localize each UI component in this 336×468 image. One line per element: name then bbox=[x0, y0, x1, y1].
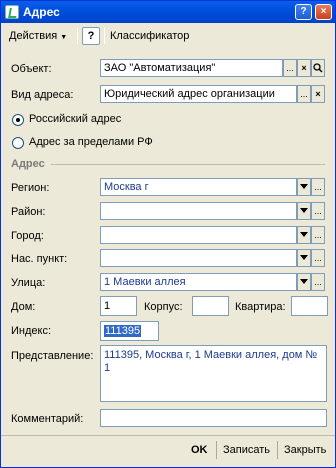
save-button[interactable]: Записать bbox=[223, 440, 270, 460]
street-label: Улица: bbox=[11, 277, 46, 289]
chevron-down-icon bbox=[300, 208, 308, 214]
radio-foreign-address[interactable] bbox=[12, 137, 24, 149]
index-label: Индекс: bbox=[11, 325, 52, 337]
representation-field[interactable]: 111395, Москва г, 1 Маевки аллея, дом № … bbox=[100, 345, 327, 402]
toolbar-separator bbox=[104, 28, 105, 44]
district-dropdown-button[interactable] bbox=[297, 202, 311, 220]
index-field[interactable]: 111395 bbox=[100, 321, 159, 341]
close-window-button[interactable]: × bbox=[315, 4, 332, 20]
comment-label: Комментарий: bbox=[11, 413, 84, 425]
settlement-label: Нас. пункт: bbox=[11, 253, 68, 265]
radio-foreign-label: Адрес за пределами РФ bbox=[29, 136, 153, 148]
settlement-select-button[interactable]: ... bbox=[311, 249, 325, 267]
address-window: Адрес ? × Действия ▼ ? Классификатор Объ… bbox=[0, 0, 336, 468]
region-select-button[interactable]: ... bbox=[311, 178, 325, 196]
city-dropdown-button[interactable] bbox=[297, 226, 311, 244]
house-field[interactable]: 1 bbox=[100, 296, 137, 316]
address-type-label: Вид адреса: bbox=[11, 89, 74, 101]
apartment-label: Квартира: bbox=[235, 301, 286, 313]
region-field[interactable]: Москва г bbox=[100, 178, 297, 196]
address-type-clear-icon[interactable]: × bbox=[311, 85, 325, 103]
city-select-button[interactable]: ... bbox=[311, 226, 325, 244]
district-label: Район: bbox=[11, 206, 46, 218]
building-label: Корпус: bbox=[144, 301, 183, 313]
chevron-down-icon bbox=[300, 255, 308, 261]
toolbar: Действия ▼ ? Классификатор bbox=[2, 25, 334, 47]
footer-separator bbox=[277, 441, 278, 459]
region-label: Регион: bbox=[11, 182, 50, 194]
title-bar[interactable]: Адрес ? × bbox=[1, 1, 335, 23]
radio-russian-address[interactable] bbox=[12, 114, 24, 126]
footer-separator bbox=[216, 441, 217, 459]
district-field[interactable] bbox=[100, 202, 297, 220]
street-select-button[interactable]: ... bbox=[311, 273, 325, 291]
object-select-button[interactable]: ... bbox=[283, 59, 297, 77]
object-search-icon[interactable] bbox=[311, 59, 325, 77]
app-icon bbox=[5, 5, 19, 19]
apartment-field[interactable] bbox=[291, 296, 328, 316]
address-type-field[interactable]: Юридический адрес организации bbox=[100, 85, 297, 103]
chevron-down-icon bbox=[300, 184, 308, 190]
index-value: 111395 bbox=[104, 325, 142, 337]
building-field[interactable] bbox=[192, 296, 229, 316]
section-divider bbox=[51, 164, 325, 165]
city-label: Город: bbox=[11, 230, 44, 242]
close-button[interactable]: Закрыть bbox=[284, 440, 326, 460]
object-label: Объект: bbox=[11, 63, 52, 75]
address-type-select-button[interactable]: ... bbox=[297, 85, 311, 103]
classifier-button[interactable]: Классификатор bbox=[110, 27, 189, 45]
radio-russian-label: Российский адрес bbox=[29, 113, 122, 125]
section-title: Адрес bbox=[11, 158, 45, 170]
footer-divider bbox=[1, 435, 335, 436]
street-dropdown-button[interactable] bbox=[297, 273, 311, 291]
region-dropdown-button[interactable] bbox=[297, 178, 311, 196]
street-field[interactable]: 1 Маевки аллея bbox=[100, 273, 297, 291]
district-select-button[interactable]: ... bbox=[311, 202, 325, 220]
object-clear-icon[interactable]: × bbox=[297, 59, 311, 77]
settlement-dropdown-button[interactable] bbox=[297, 249, 311, 267]
representation-label: Представление: bbox=[11, 350, 94, 362]
chevron-down-icon bbox=[300, 232, 308, 238]
object-field[interactable]: ЗАО "Автоматизация" bbox=[100, 59, 283, 77]
settlement-field[interactable] bbox=[100, 249, 297, 267]
ok-button[interactable]: OK bbox=[191, 440, 208, 460]
city-field[interactable] bbox=[100, 226, 297, 244]
chevron-down-icon: ▼ bbox=[60, 34, 68, 41]
actions-label: Действия bbox=[9, 30, 58, 42]
actions-menu-button[interactable]: Действия ▼ bbox=[9, 27, 67, 45]
help-button[interactable]: ? bbox=[82, 27, 100, 45]
toolbar-separator bbox=[77, 28, 78, 44]
window-title: Адрес bbox=[23, 5, 60, 19]
help-title-button[interactable]: ? bbox=[295, 4, 312, 20]
chevron-down-icon bbox=[300, 279, 308, 285]
house-label: Дом: bbox=[11, 301, 36, 313]
comment-field[interactable] bbox=[100, 409, 327, 427]
